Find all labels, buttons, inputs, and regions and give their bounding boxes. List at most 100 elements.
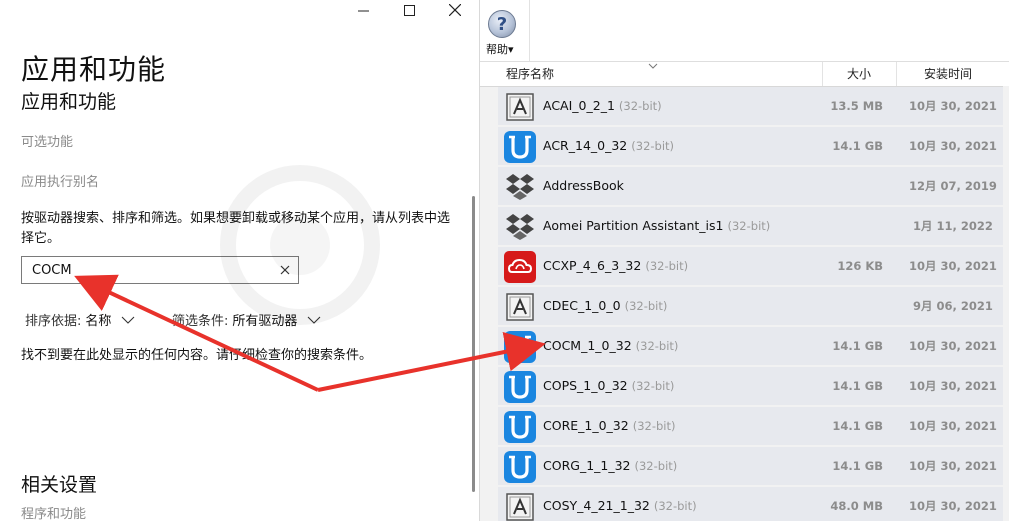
program-bitness: (32-bit)	[645, 259, 689, 273]
sort-value: 名称	[85, 314, 112, 329]
program-size: 14.1 GB	[832, 379, 883, 393]
program-name: COCM_1_0_32 (32-bit)	[543, 338, 679, 353]
program-bitness: (32-bit)	[653, 499, 697, 513]
optional-features-link[interactable]: 可选功能	[21, 131, 73, 150]
program-bitness: (32-bit)	[635, 339, 679, 353]
program-row[interactable]: ACAI_0_2_1 (32-bit) 13.5 MB 10月 30, 2021	[498, 87, 1009, 125]
toolbar-divider	[529, 0, 530, 61]
toolbar: ? 帮助▾	[480, 0, 1009, 62]
settings-window: 应用和功能 应用和功能 可选功能 应用执行别名 按驱动器搜索、排序和筛选。如果想…	[0, 0, 478, 521]
blue-u-icon	[504, 331, 536, 363]
program-install-date: 10月 30, 2021	[909, 499, 997, 513]
program-install-date: 10月 30, 2021	[909, 379, 997, 393]
program-row[interactable]: CDEC_1_0_0 (32-bit) 9月 06, 2021	[498, 287, 1009, 325]
dropbox-icon	[504, 171, 536, 203]
program-bitness: (32-bit)	[618, 99, 662, 113]
program-size: 14.1 GB	[832, 459, 883, 473]
blue-u-icon	[504, 131, 536, 163]
program-bitness: (32-bit)	[632, 419, 676, 433]
scrollbar[interactable]	[472, 196, 475, 492]
program-install-date: 12月 07, 2019	[909, 179, 997, 193]
blue-u-icon	[504, 371, 536, 403]
column-name[interactable]: 程序名称	[506, 62, 554, 86]
search-description: 按驱动器搜索、排序和筛选。如果想要卸载或移动某个应用，请从列表中选择它。	[21, 211, 451, 246]
page-title: 应用和功能	[21, 53, 167, 86]
program-size	[821, 167, 883, 205]
program-size: 126 KB	[837, 259, 883, 273]
blue-u-icon	[504, 451, 536, 483]
chevron-down-icon	[122, 316, 135, 324]
search-box	[21, 256, 299, 284]
program-row[interactable]: AddressBook 12月 07, 2019	[498, 167, 1009, 205]
chevron-down-icon	[308, 316, 321, 324]
close-icon	[449, 4, 461, 16]
program-size	[821, 287, 883, 325]
program-name: AddressBook	[543, 178, 624, 193]
column-date[interactable]: 安装时间	[896, 62, 1000, 86]
close-button[interactable]	[432, 0, 478, 20]
no-results-message: 找不到要在此处显示的任何内容。请仔细检查你的搜索条件。	[21, 348, 373, 363]
program-size: 14.1 GB	[832, 139, 883, 153]
program-name: Aomei Partition Assistant_is1 (32-bit)	[543, 218, 771, 233]
program-name: CDEC_1_0_0 (32-bit)	[543, 298, 668, 313]
program-row[interactable]: COSY_4_21_1_32 (32-bit) 48.0 MB 10月 30, 202…	[498, 487, 1009, 521]
programs-and-features-link[interactable]: 程序和功能	[21, 503, 86, 521]
program-install-date: 1月 11, 2022	[913, 219, 993, 233]
program-row[interactable]: COCM_1_0_32 (32-bit) 14.1 GB 10月 30, 2021	[498, 327, 1009, 365]
program-install-date: 10月 30, 2021	[909, 99, 997, 113]
program-bitness: (32-bit)	[624, 299, 668, 313]
filter-value: 所有驱动器	[232, 314, 298, 329]
sort-dropdown[interactable]: 排序依据: 名称	[25, 310, 135, 329]
app-execution-alias-link[interactable]: 应用执行别名	[21, 171, 99, 190]
column-header: 程序名称 大小 安装时间	[480, 62, 1009, 87]
program-name: CORG_1_1_32 (32-bit)	[543, 458, 678, 473]
scrollbar[interactable]	[1003, 86, 1009, 521]
program-row[interactable]: COPS_1_0_32 (32-bit) 14.1 GB 10月 30, 2021	[498, 367, 1009, 405]
sort-label: 排序依据:	[25, 314, 82, 329]
program-install-date: 10月 30, 2021	[909, 459, 997, 473]
program-bitness: (32-bit)	[634, 459, 678, 473]
sort-chevron-icon	[648, 63, 658, 69]
filter-dropdown[interactable]: 筛选条件: 所有驱动器	[172, 310, 321, 329]
adobe-box-icon	[504, 91, 536, 123]
program-size	[821, 207, 883, 245]
program-name: COPS_1_0_32 (32-bit)	[543, 378, 675, 393]
program-row[interactable]: CORE_1_0_32 (32-bit) 14.1 GB 10月 30, 2021	[498, 407, 1009, 445]
related-settings-heading: 相关设置	[21, 474, 98, 496]
program-size: 14.1 GB	[832, 339, 883, 353]
program-row[interactable]: ACR_14_0_32 (32-bit) 14.1 GB 10月 30, 2021	[498, 127, 1009, 165]
minimize-button[interactable]	[340, 0, 386, 20]
program-name: COSY_4_21_1_32 (32-bit)	[543, 498, 697, 513]
program-row[interactable]: Aomei Partition Assistant_is1 (32-bit) 1月 …	[498, 207, 1009, 245]
program-size: 48.0 MB	[830, 499, 883, 513]
minimize-icon	[357, 10, 369, 11]
help-button[interactable]: ? 帮助▾	[486, 8, 522, 58]
filter-label: 筛选条件:	[172, 314, 229, 329]
program-row[interactable]: CCXP_4_6_3_32 (32-bit) 126 KB 10月 30, 2021	[498, 247, 1009, 285]
clear-search-icon[interactable]	[278, 263, 292, 277]
help-icon: ?	[488, 10, 516, 38]
blue-u-icon	[504, 411, 536, 443]
maximize-icon	[403, 4, 415, 16]
program-name: CCXP_4_6_3_32 (32-bit)	[543, 258, 689, 273]
program-bitness: (32-bit)	[631, 379, 675, 393]
program-size: 13.5 MB	[830, 99, 883, 113]
help-label: 帮助▾	[486, 43, 514, 56]
program-name: ACAI_0_2_1 (32-bit)	[543, 98, 662, 113]
program-name: CORE_1_0_32 (32-bit)	[543, 418, 676, 433]
search-input[interactable]	[32, 261, 272, 279]
dropbox-icon	[504, 211, 536, 243]
creative-cloud-icon	[504, 251, 536, 283]
program-install-date: 10月 30, 2021	[909, 139, 997, 153]
program-bitness: (32-bit)	[631, 139, 675, 153]
program-size: 14.1 GB	[832, 419, 883, 433]
program-row[interactable]: CORG_1_1_32 (32-bit) 14.1 GB 10月 30, 2021	[498, 447, 1009, 485]
program-list-window: ? 帮助▾ 程序名称 大小 安装时间 ACAI_0_2_1 (32-bit) 13.…	[479, 0, 1009, 521]
column-size[interactable]: 大小	[822, 62, 896, 86]
adobe-box-icon	[504, 491, 536, 521]
program-install-date: 10月 30, 2021	[909, 259, 997, 273]
adobe-box-icon	[504, 291, 536, 323]
program-install-date: 10月 30, 2021	[909, 419, 997, 433]
maximize-button[interactable]	[386, 0, 432, 20]
program-install-date: 9月 06, 2021	[913, 299, 993, 313]
